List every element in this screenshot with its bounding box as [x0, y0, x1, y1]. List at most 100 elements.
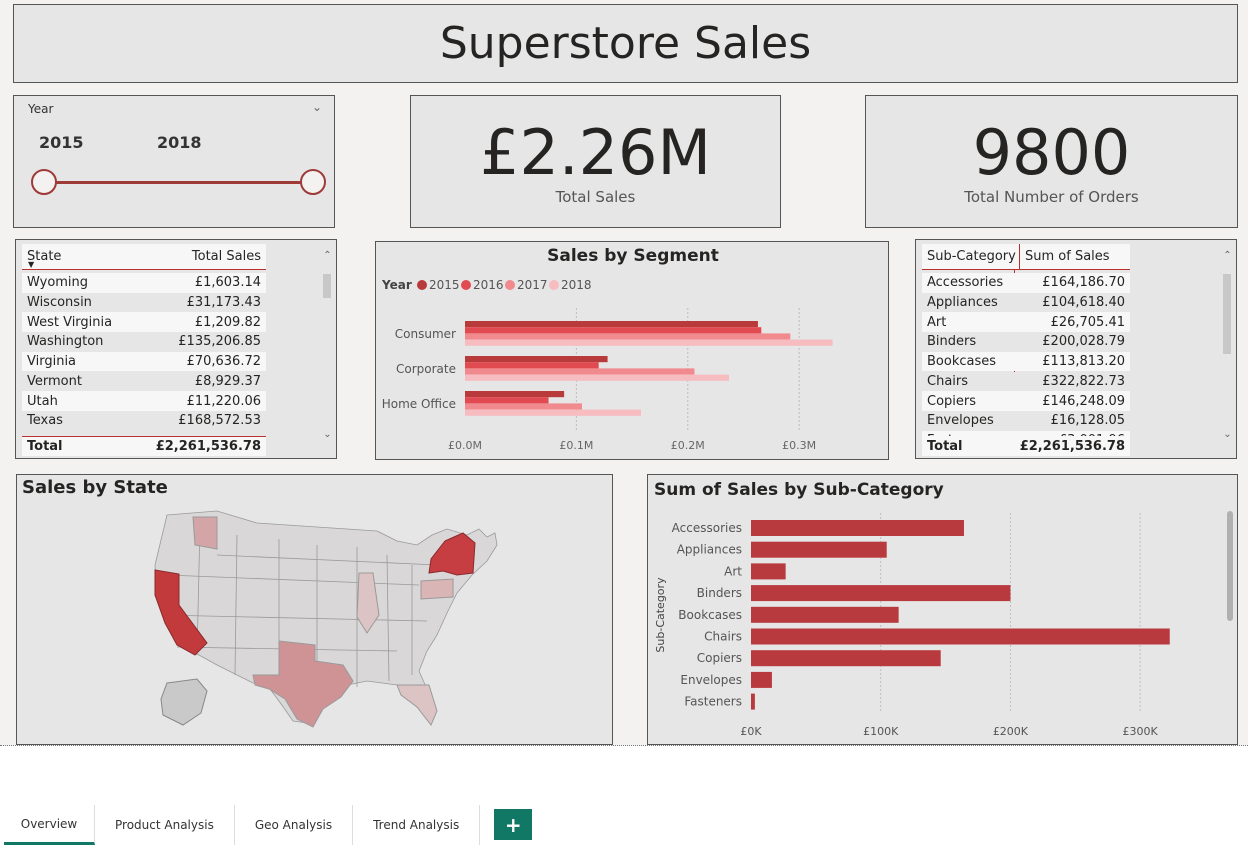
cell-value: £1,209.82: [194, 314, 261, 330]
cell-value: £31,173.43: [186, 295, 261, 311]
bar-binders[interactable]: [751, 585, 1011, 602]
cell-label: West Virginia: [27, 314, 113, 330]
slider-track[interactable]: [44, 181, 314, 184]
table-total-row: Total £2,261,536.78: [922, 436, 1130, 456]
tab-geo-analysis[interactable]: Geo Analysis: [234, 805, 354, 845]
cell-value: £200,028.79: [1042, 334, 1125, 350]
category-label: Binders: [697, 586, 742, 600]
table-row[interactable]: Binders £200,028.79: [922, 332, 1130, 352]
table-row[interactable]: Appliances £104,618.40: [922, 292, 1130, 313]
cell-value: £104,618.40: [1042, 295, 1125, 311]
bar-consumer-2017[interactable]: [465, 333, 791, 340]
bar-copiers[interactable]: [751, 650, 941, 667]
subcategory-chart-svg: Sum of Sales by Sub-Category Sub-Categor…: [654, 480, 1233, 738]
cell-label: Virginia: [27, 354, 77, 370]
category-label: Consumer: [395, 327, 456, 341]
tab-product-analysis[interactable]: Product Analysis: [95, 805, 235, 845]
bar-corporate-2016[interactable]: [465, 362, 599, 369]
category-label: Envelopes: [680, 673, 742, 687]
scroll-up-icon[interactable]: ⌃: [323, 250, 332, 261]
cell-label: Binders: [927, 334, 977, 350]
cell-value: £113,813.20: [1042, 354, 1125, 370]
scroll-up-icon[interactable]: ⌃: [1223, 250, 1232, 261]
category-label: Corporate: [396, 362, 456, 376]
table-row[interactable]: Vermont £8,929.37: [22, 371, 266, 392]
year-slicer[interactable]: Year ⌄ 2015 2018: [13, 95, 335, 228]
table-row[interactable]: Bookcases £113,813.20: [922, 351, 1130, 372]
table-row[interactable]: Utah £11,220.06: [22, 391, 266, 411]
bar-chairs[interactable]: [751, 628, 1170, 645]
bar-home-office-2015[interactable]: [465, 391, 565, 398]
scroll-down-icon[interactable]: ⌄: [323, 429, 332, 440]
bar-corporate-2018[interactable]: [465, 374, 729, 381]
tab-overview[interactable]: Overview: [4, 805, 95, 845]
cell-value: £16,128.05: [1050, 413, 1125, 429]
table-scrollbar[interactable]: ⌃ ⌄: [323, 250, 332, 440]
chart-scrollbar[interactable]: [1227, 511, 1233, 621]
category-label: Fasteners: [684, 695, 742, 709]
column-header-state[interactable]: State: [22, 244, 142, 269]
cell-label: Utah: [27, 393, 58, 409]
bar-fasteners[interactable]: [751, 693, 755, 710]
bar-corporate-2017[interactable]: [465, 368, 695, 375]
legend-entry[interactable]: 2015: [429, 278, 460, 292]
legend-entry[interactable]: 2018: [561, 278, 592, 292]
x-tick-label: £200K: [993, 725, 1029, 738]
bar-consumer-2016[interactable]: [465, 327, 762, 334]
bar-corporate-2015[interactable]: [465, 356, 608, 363]
scroll-thumb[interactable]: [323, 274, 331, 298]
x-tick-label: £0.1M: [559, 439, 593, 452]
table-header: Sub-Category Sum of Sales: [922, 244, 1130, 270]
scroll-thumb[interactable]: [1223, 274, 1231, 354]
y-axis-label: Sub-Category: [654, 577, 667, 653]
table-row[interactable]: Texas £168,572.53: [22, 410, 266, 431]
cell-value: £8,929.37: [194, 373, 261, 389]
x-tick-label: £0.0M: [448, 439, 482, 452]
bar-appliances[interactable]: [751, 541, 887, 558]
table-row[interactable]: Copiers £146,248.09: [922, 391, 1130, 411]
scroll-down-icon[interactable]: ⌄: [1223, 429, 1232, 440]
bar-consumer-2015[interactable]: [465, 321, 758, 328]
bar-art[interactable]: [751, 563, 786, 580]
bar-bookcases[interactable]: [751, 606, 899, 623]
table-row[interactable]: Virginia £70,636.72: [22, 351, 266, 372]
bar-accessories[interactable]: [751, 520, 964, 536]
legend-title: Year: [381, 278, 412, 292]
state-washington: [192, 516, 218, 550]
x-tick-label: £0.2M: [671, 439, 705, 452]
slicer-label: Year: [28, 102, 54, 116]
cell-label: Wisconsin: [27, 295, 92, 311]
table-row[interactable]: Wyoming £1,603.14: [22, 273, 266, 293]
bar-home-office-2017[interactable]: [465, 403, 582, 410]
column-header-sum-of-sales[interactable]: Sum of Sales: [1020, 244, 1130, 269]
column-header-total-sales[interactable]: Total Sales: [142, 244, 266, 269]
table-row[interactable]: West Virginia £1,209.82: [22, 312, 266, 333]
cell-label: Copiers: [927, 393, 977, 409]
table-scrollbar[interactable]: ⌃ ⌄: [1223, 250, 1232, 440]
category-label: Copiers: [697, 651, 742, 665]
total-label: Total: [927, 438, 963, 454]
table-row[interactable]: Art £26,705.41: [922, 312, 1130, 333]
add-page-button[interactable]: +: [494, 809, 533, 840]
slider-end-handle[interactable]: [300, 169, 326, 195]
bar-consumer-2018[interactable]: [465, 339, 833, 346]
table-row[interactable]: Washington £135,206.85: [22, 332, 266, 352]
table-row[interactable]: Wisconsin £31,173.43: [22, 292, 266, 313]
chevron-down-icon[interactable]: ⌄: [312, 100, 322, 114]
table-row[interactable]: Envelopes £16,128.05: [922, 410, 1130, 431]
chart-title: Sum of Sales by Sub-Category: [654, 480, 944, 500]
bar-home-office-2018[interactable]: [465, 409, 641, 416]
cell-label: Vermont: [27, 373, 82, 389]
bar-envelopes[interactable]: [751, 671, 772, 688]
table-row[interactable]: Accessories £164,186.70: [922, 273, 1130, 293]
legend-entry[interactable]: 2017: [517, 278, 548, 292]
tab-trend-analysis[interactable]: Trend Analysis: [353, 805, 481, 845]
slider-start-handle[interactable]: [31, 169, 57, 195]
table-row[interactable]: Chairs £322,822.73: [922, 371, 1130, 392]
legend-entry[interactable]: 2016: [473, 278, 504, 292]
sort-desc-icon[interactable]: ▼: [28, 260, 34, 269]
us-map-svg[interactable]: [17, 475, 614, 746]
column-header-subcategory[interactable]: Sub-Category: [922, 244, 1020, 269]
bar-home-office-2016[interactable]: [465, 397, 549, 404]
x-tick-label: £0.3M: [782, 439, 816, 452]
